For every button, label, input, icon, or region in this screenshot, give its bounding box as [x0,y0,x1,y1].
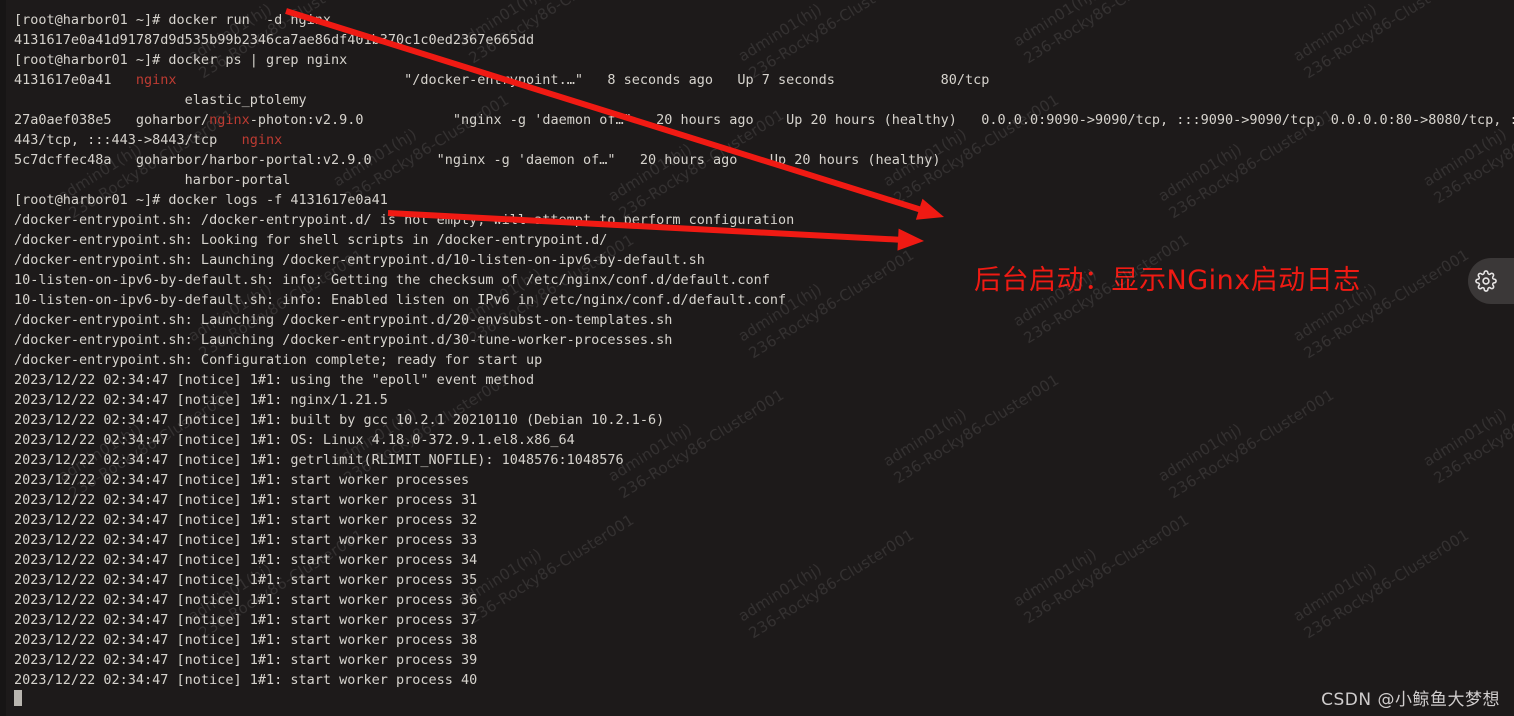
terminal-line: /docker-entrypoint.sh: Configuration com… [14,352,543,368]
terminal-line: 10-listen-on-ipv6-by-default.sh: info: E… [14,292,787,308]
terminal-line: /docker-entrypoint.sh: Launching /docker… [14,312,673,328]
terminal-line: 2023/12/22 02:34:47 [notice] 1#1: start … [14,472,470,488]
grep-match: nginx [135,72,177,88]
terminal-line: /docker-entrypoint.sh: /docker-entrypoin… [14,212,795,228]
terminal-line: 10-listen-on-ipv6-by-default.sh: info: G… [14,272,770,288]
terminal-cursor [14,690,22,706]
terminal-line: 4131617e0a41 nginx "/docker-entrypoint.…… [14,70,989,90]
terminal-line: /docker-entrypoint.sh: Launching /docker… [14,332,673,348]
gear-icon [1475,270,1497,292]
terminal-line: 2023/12/22 02:34:47 [notice] 1#1: start … [14,492,478,508]
line-text: "/docker-entrypoint.…" 8 seconds ago Up … [176,72,990,88]
terminal-line: 2023/12/22 02:34:47 [notice] 1#1: start … [14,592,478,608]
terminal-line: 2023/12/22 02:34:47 [notice] 1#1: getrli… [14,452,624,468]
terminal-line: /docker-entrypoint.sh: Launching /docker… [14,252,705,268]
terminal-line: 2023/12/22 02:34:47 [notice] 1#1: start … [14,652,478,668]
terminal-line: 2023/12/22 02:34:47 [notice] 1#1: start … [14,532,478,548]
terminal-line: 4131617e0a41d91787d9d535b99b2346ca7ae86d… [14,32,535,48]
terminal-line: 2023/12/22 02:34:47 [notice] 1#1: OS: Li… [14,432,575,448]
settings-button[interactable] [1468,258,1514,304]
line-text: 4131617e0a41 [14,72,136,88]
csdn-credit: CSDN @小鲸鱼大梦想 [1321,690,1500,710]
terminal-line: 443/tcp, :::443->8443/tcp nginx [14,130,282,150]
terminal-line: 2023/12/22 02:34:47 [notice] 1#1: start … [14,572,478,588]
terminal-line: 2023/12/22 02:34:47 [notice] 1#1: start … [14,512,478,528]
terminal-line: harbor-portal [14,172,291,188]
grep-match: nginx [209,112,250,128]
terminal-line: 2023/12/22 02:34:47 [notice] 1#1: start … [14,632,478,648]
terminal-line: 27a0aef038e5 goharbor/nginx-photon:v2.9.… [14,110,1514,130]
terminal-line: 2023/12/22 02:34:47 [notice] 1#1: start … [14,672,478,688]
terminal-line: 2023/12/22 02:34:47 [notice] 1#1: built … [14,412,665,428]
terminal-line: [root@harbor01 ~]# docker run -d nginx [14,12,331,28]
terminal-line: 2023/12/22 02:34:47 [notice] 1#1: start … [14,612,478,628]
terminal-line: 2023/12/22 02:34:47 [notice] 1#1: start … [14,552,478,568]
terminal-line: /docker-entrypoint.sh: Looking for shell… [14,232,608,248]
terminal-screenshot: admin01(hj) 236-Rocky86-Cluster001 admin01… [0,0,1514,716]
terminal-line: 5c7dcffec48a goharbor/harbor-portal:v2.9… [14,152,941,168]
line-text: 27a0aef038e5 goharbor/ [14,112,210,128]
terminal-line: 2023/12/22 02:34:47 [notice] 1#1: nginx/… [14,392,388,408]
terminal-line: [root@harbor01 ~]# docker logs -f 413161… [14,192,388,208]
terminal-line: [root@harbor01 ~]# docker ps | grep ngin… [14,52,348,68]
terminal-output[interactable]: [root@harbor01 ~]# docker run -d nginx 41… [0,0,1514,716]
line-text: 443/tcp, :::443->8443/tcp [14,132,242,148]
line-text: -photon:v2.9.0 "nginx -g 'daemon of…" 20… [249,112,1514,128]
terminal-line: elastic_ptolemy [14,92,307,108]
grep-match: nginx [241,132,283,148]
terminal-line: 2023/12/22 02:34:47 [notice] 1#1: using … [14,372,535,388]
